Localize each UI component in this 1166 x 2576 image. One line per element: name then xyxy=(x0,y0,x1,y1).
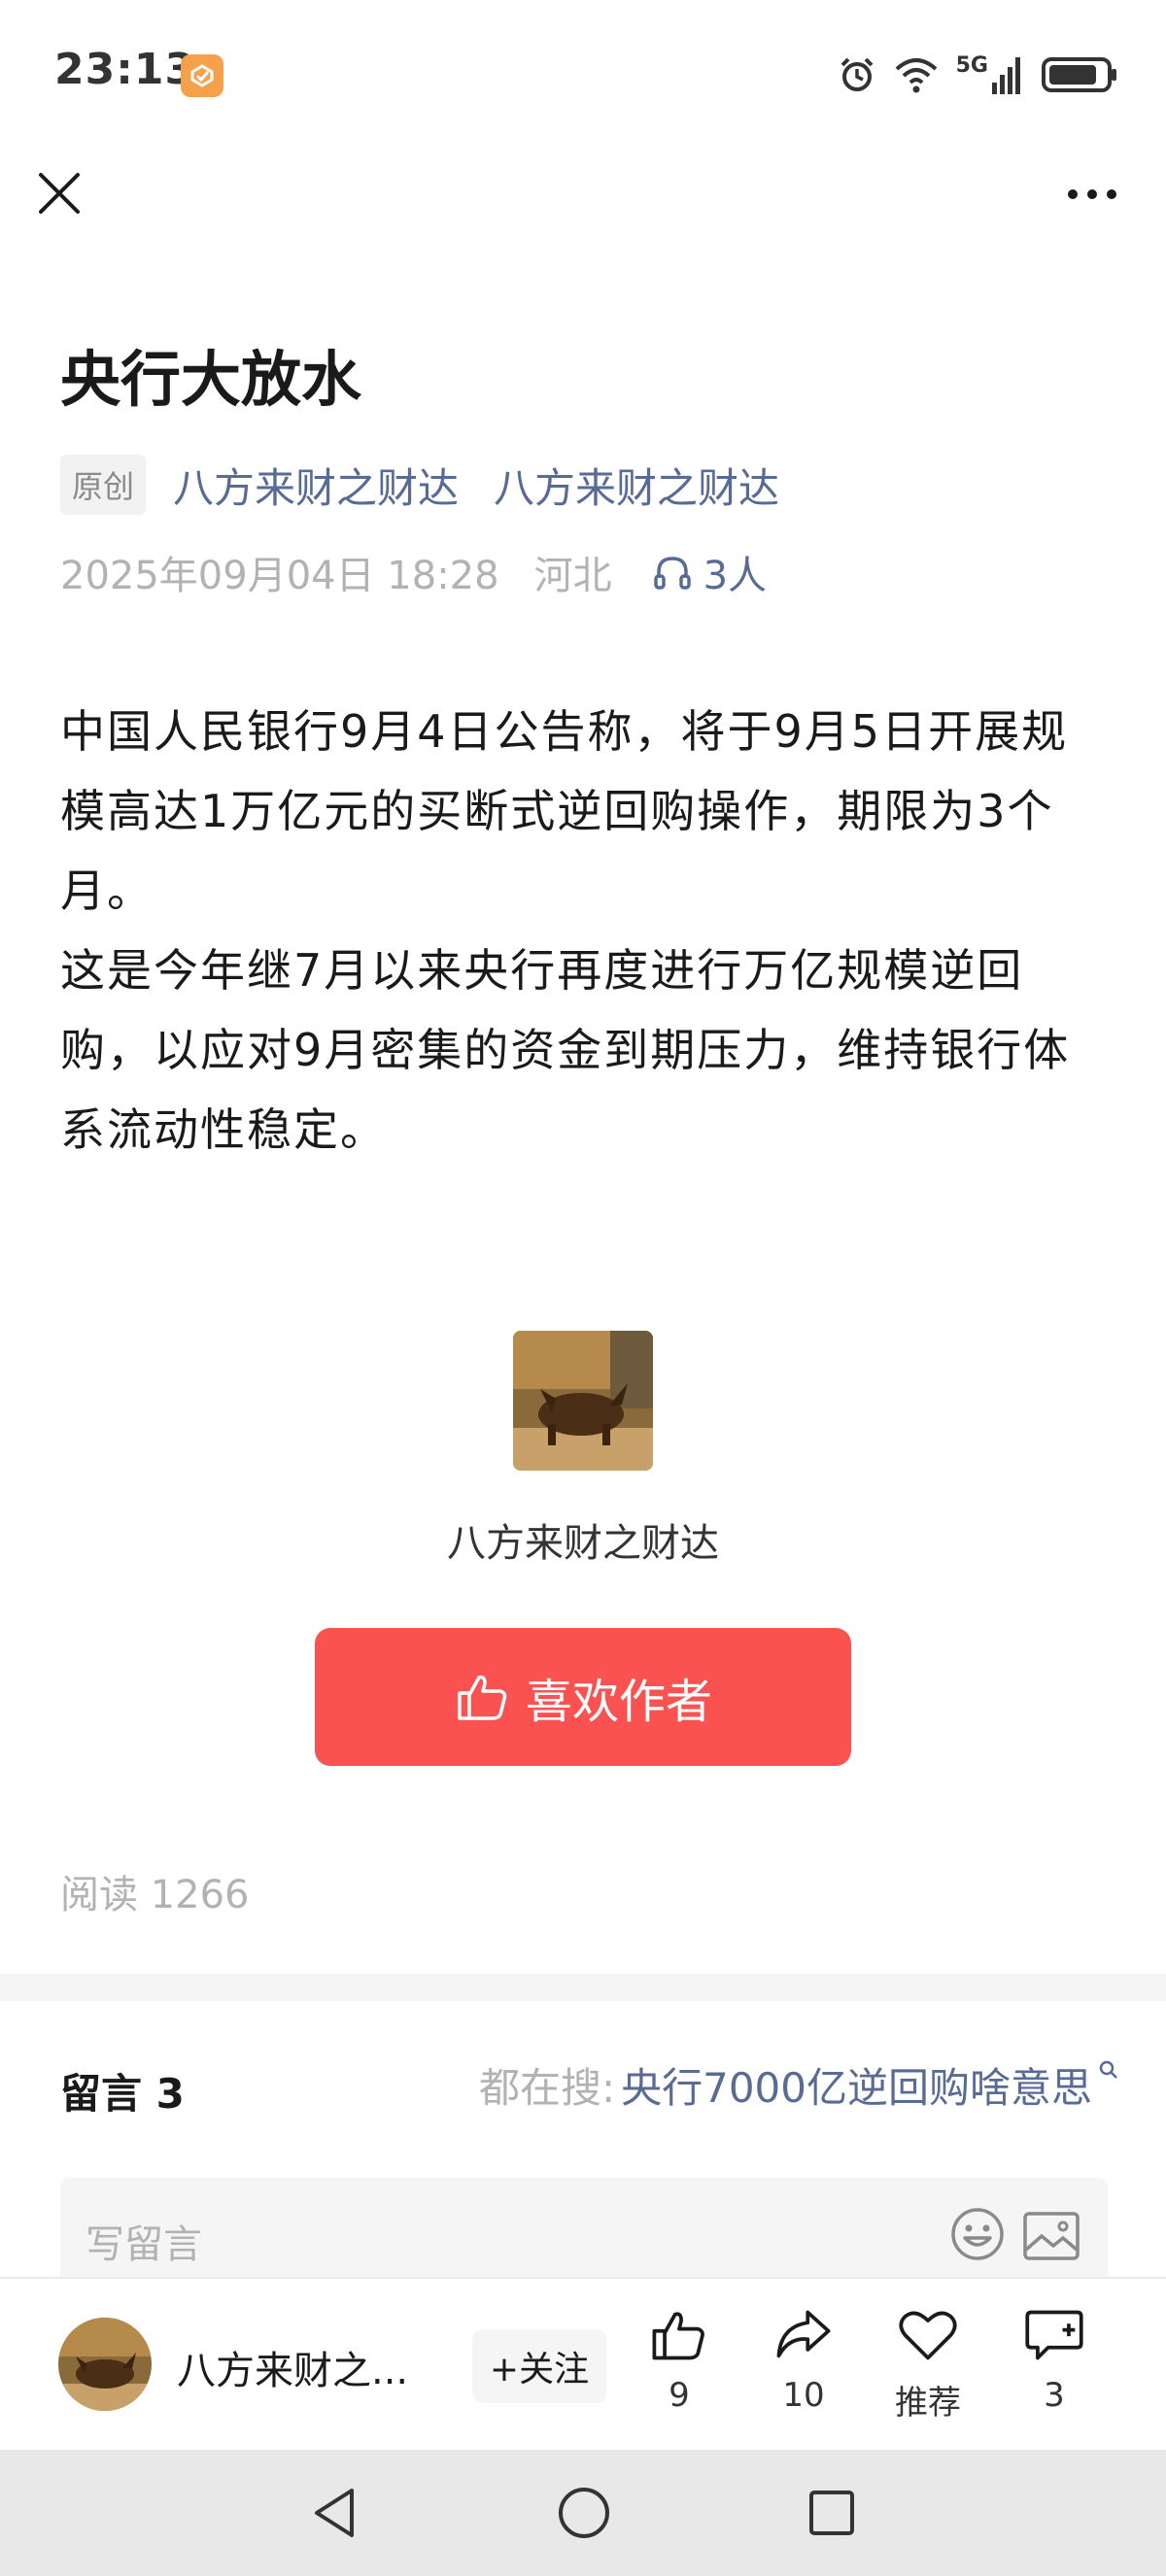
back-icon[interactable] xyxy=(307,2485,361,2541)
share-icon xyxy=(776,2310,831,2358)
close-icon[interactable] xyxy=(31,165,87,221)
network-label: 5G xyxy=(955,53,988,78)
article-title: 央行大放水 xyxy=(60,344,362,415)
comment-placeholder: 写留言 xyxy=(86,2222,202,2267)
follow-button[interactable]: +关注 xyxy=(472,2329,606,2403)
author-link[interactable]: 八方来财之财达 xyxy=(173,456,459,515)
article-info: 2025年09月04日 18:28 河北 3人 xyxy=(60,544,767,600)
headphones-icon xyxy=(653,557,691,590)
article-paragraph: 这是今年继7月以来央行再度进行万亿规模逆回购，以应对9月密集的资金到期压力，维持… xyxy=(60,944,1071,1156)
home-icon[interactable] xyxy=(556,2485,612,2541)
article-meta: 原创 八方来财之财达 八方来财之财达 xyxy=(60,455,779,515)
article-body: 中国人民银行9月4日公告称，将于9月5日开展规模高达1万亿元的买断式逆回购操作，… xyxy=(60,692,1110,1169)
author-avatar-small[interactable] xyxy=(58,2318,152,2411)
bottom-action-bar: 八方来财之... +关注 9 10 推荐 3 xyxy=(0,2277,1166,2450)
recommend-button[interactable]: 推荐 xyxy=(874,2304,981,2423)
signal-icon xyxy=(992,57,1020,94)
listener-count: 3人 xyxy=(703,554,768,598)
like-author-label: 喜欢作者 xyxy=(525,1675,712,1729)
heart-icon xyxy=(899,2311,957,2360)
comment-button[interactable]: 3 xyxy=(1001,2304,1108,2415)
app-badge-icon xyxy=(181,54,223,97)
article-paragraph: 中国人民银行9月4日公告称，将于9月5日开展规模高达1万亿元的买断式逆回购操作，… xyxy=(60,705,1069,917)
author-avatar[interactable] xyxy=(513,1331,653,1471)
trending-search-query[interactable]: 央行7000亿逆回购啥意思 xyxy=(621,2055,1092,2115)
status-icons: 5G xyxy=(838,51,1119,99)
section-divider xyxy=(0,1974,1166,2001)
alarm-icon xyxy=(840,57,874,91)
publish-date: 2025年09月04日 18:28 xyxy=(60,554,499,598)
wifi-icon xyxy=(895,58,937,93)
share-count: 10 xyxy=(782,2376,825,2415)
comments-title: 留言 3 xyxy=(60,2070,185,2118)
original-badge: 原创 xyxy=(60,455,147,515)
read-count: 阅读 1266 xyxy=(60,1873,250,1917)
thumbs-up-icon xyxy=(652,2312,704,2360)
author-name: 八方来财之财达 xyxy=(447,1521,719,1566)
emoji-icon[interactable] xyxy=(948,2205,1007,2263)
status-time: 23:13 xyxy=(54,45,196,94)
more-icon[interactable] xyxy=(1061,175,1123,214)
recommend-label: 推荐 xyxy=(895,2384,961,2423)
search-icon xyxy=(1099,2060,1117,2079)
like-count: 9 xyxy=(669,2376,690,2415)
author-name-short[interactable]: 八方来财之... xyxy=(177,2339,439,2395)
status-bar: 23:13 5G xyxy=(0,0,1166,146)
like-button[interactable]: 9 xyxy=(626,2304,733,2415)
account-link[interactable]: 八方来财之财达 xyxy=(494,456,779,515)
share-button[interactable]: 10 xyxy=(750,2304,857,2415)
trending-search-label: 都在搜: xyxy=(478,2064,616,2112)
image-icon[interactable] xyxy=(1022,2211,1080,2261)
battery-icon xyxy=(1042,57,1116,92)
trending-search[interactable]: 都在搜: 央行7000亿逆回购啥意思 xyxy=(479,2055,1119,2115)
comment-count: 3 xyxy=(1044,2376,1065,2415)
recents-icon[interactable] xyxy=(805,2485,859,2541)
thumbs-up-icon xyxy=(458,1675,507,1720)
listen-button[interactable]: 3人 xyxy=(651,544,767,600)
publish-location: 河北 xyxy=(533,554,612,598)
system-nav-bar xyxy=(0,2450,1166,2576)
comment-icon xyxy=(1025,2310,1083,2360)
like-author-button[interactable]: 喜欢作者 xyxy=(315,1628,851,1766)
